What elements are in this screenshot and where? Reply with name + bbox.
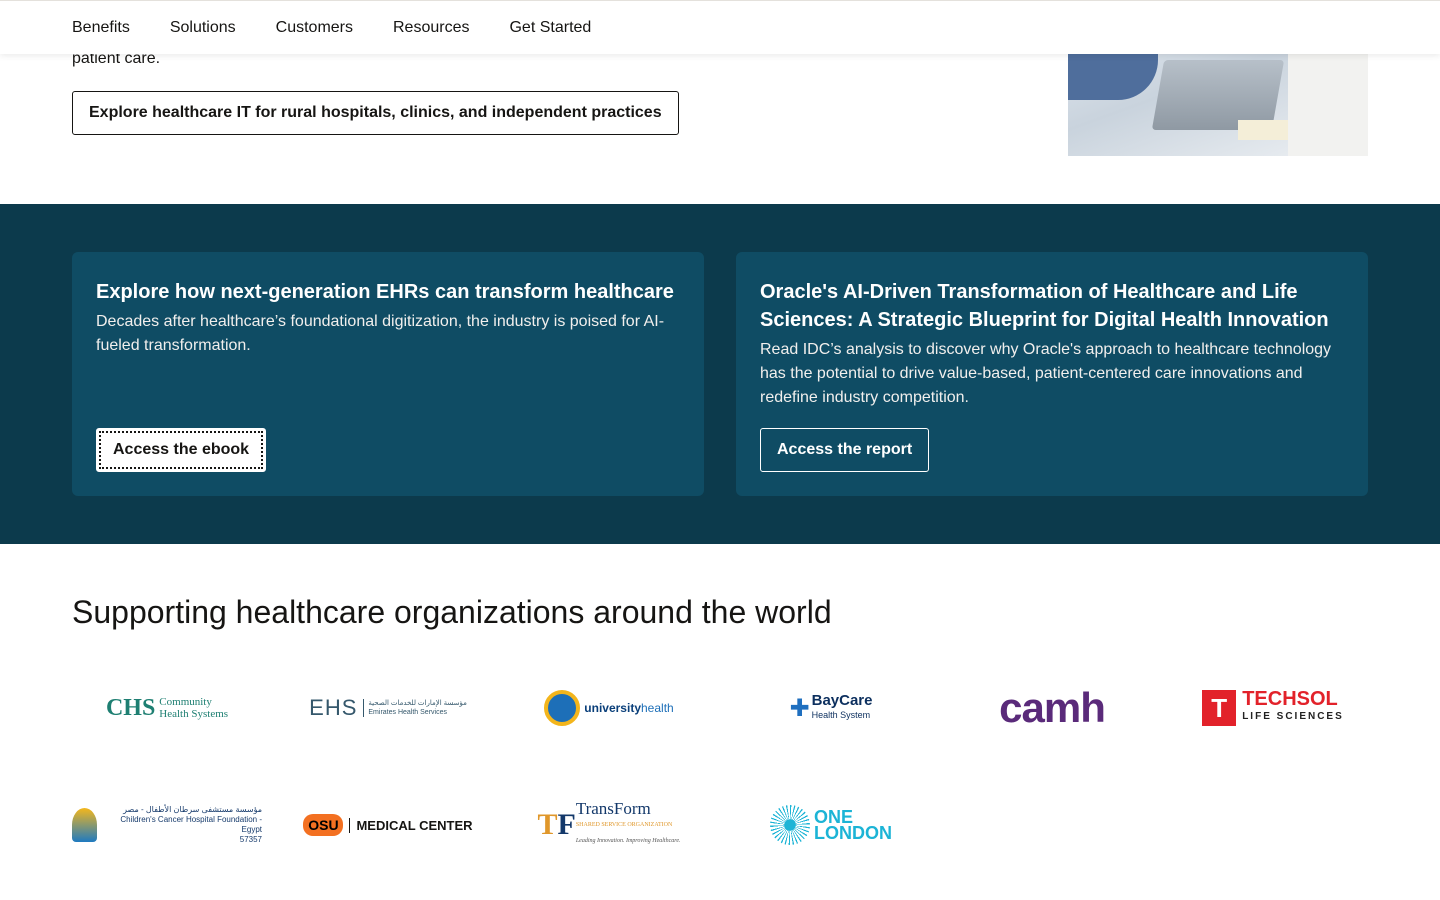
report-card-title: Oracle's AI-Driven Transformation of Hea… (760, 281, 1329, 331)
ebook-card-body: Decades after healthcare’s foundational … (96, 313, 665, 354)
customers-heading: Supporting healthcare organizations arou… (72, 594, 832, 630)
baycare-logo: ✚ BayCare Health System (789, 692, 873, 722)
university-health-logo: universityhealth (514, 683, 704, 733)
chs-logo: CHS Community Health Systems (105, 694, 229, 721)
ebook-card-title: Explore how next-generation EHRs can tra… (96, 281, 674, 303)
camh-logo: camh (999, 684, 1106, 731)
childrens-cancer-hospital-logo: مؤسسة مستشفى سرطان الأطفال - مصر Children… (72, 800, 262, 850)
baycare-cross-icon: ✚ (789, 694, 810, 722)
section-nav: Benefits Solutions Customers Resources G… (0, 0, 1440, 54)
explore-rural-healthcare-button[interactable]: Explore healthcare IT for rural hospital… (72, 91, 679, 135)
university-health-mark-icon (544, 690, 581, 726)
nav-solutions[interactable]: Solutions (170, 19, 236, 37)
nav-resources[interactable]: Resources (393, 19, 469, 37)
transform-logo: TF TransForm SHARED SERVICE ORGANIZATION L… (537, 799, 681, 844)
nav-get-started[interactable]: Get Started (509, 19, 591, 37)
one-london-logo: ONE LONDON (736, 800, 926, 850)
nav-customers[interactable]: Customers (276, 19, 353, 37)
nav-benefits[interactable]: Benefits (72, 19, 130, 37)
ehs-logo: EHS مؤسسة الإمارات للخدمات الصحية Emirate… (309, 695, 467, 720)
hero-image (1068, 40, 1368, 156)
sail-icon (72, 808, 98, 842)
ebook-card: Explore how next-generation EHRs can tra… (72, 252, 704, 496)
starburst-icon (770, 805, 810, 845)
access-ebook-button[interactable]: Access the ebook (96, 428, 267, 472)
resources-band: Explore how next-generation EHRs can tra… (0, 204, 1440, 544)
report-card: Oracle's AI-Driven Transformation of Hea… (736, 252, 1368, 496)
techsol-logo: T TECHSOL LIFE SCIENCES (1178, 683, 1368, 733)
report-card-body: Read IDC’s analysis to discover why Orac… (760, 341, 1332, 406)
osu-medical-center-logo: OSU MEDICAL CENTER (293, 800, 483, 850)
access-report-button[interactable]: Access the report (760, 428, 930, 472)
